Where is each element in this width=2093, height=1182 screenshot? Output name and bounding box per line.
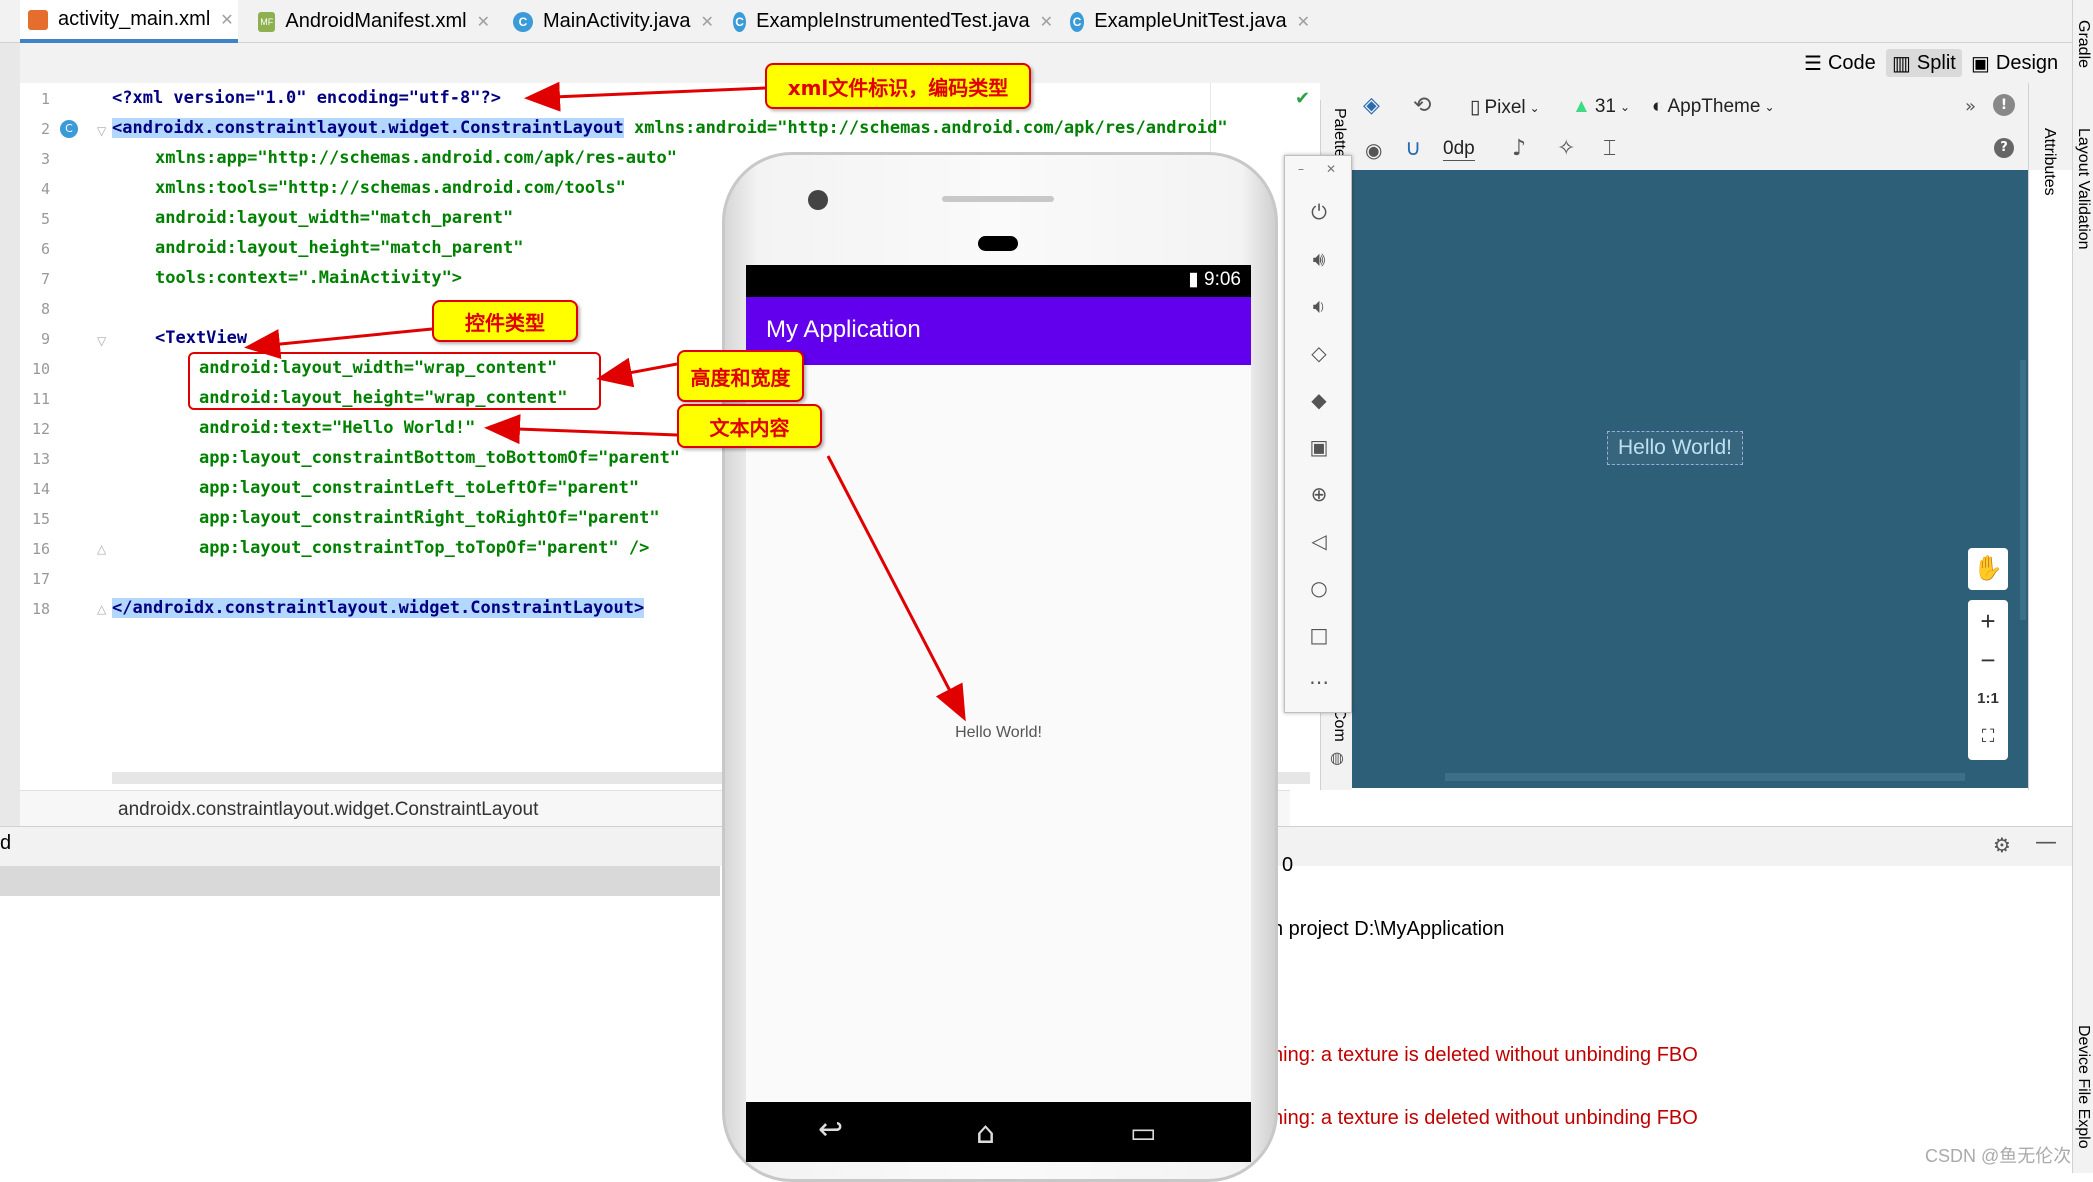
callout-control-type: 控件类型 xyxy=(432,300,578,342)
arrow-size xyxy=(596,357,678,388)
annotation-arrows xyxy=(244,81,966,722)
arrow-hello xyxy=(826,455,966,722)
arrow-control xyxy=(244,327,433,359)
callout-text: 文本内容 xyxy=(677,404,822,448)
callout-size: 高度和宽度 xyxy=(677,350,804,402)
arrow-text xyxy=(484,414,678,445)
arrow-xml xyxy=(524,81,766,112)
callout-xml: xml文件标识，编码类型 xyxy=(765,63,1031,109)
watermark: CSDN @鱼无伦次 xyxy=(1925,1146,2072,1166)
